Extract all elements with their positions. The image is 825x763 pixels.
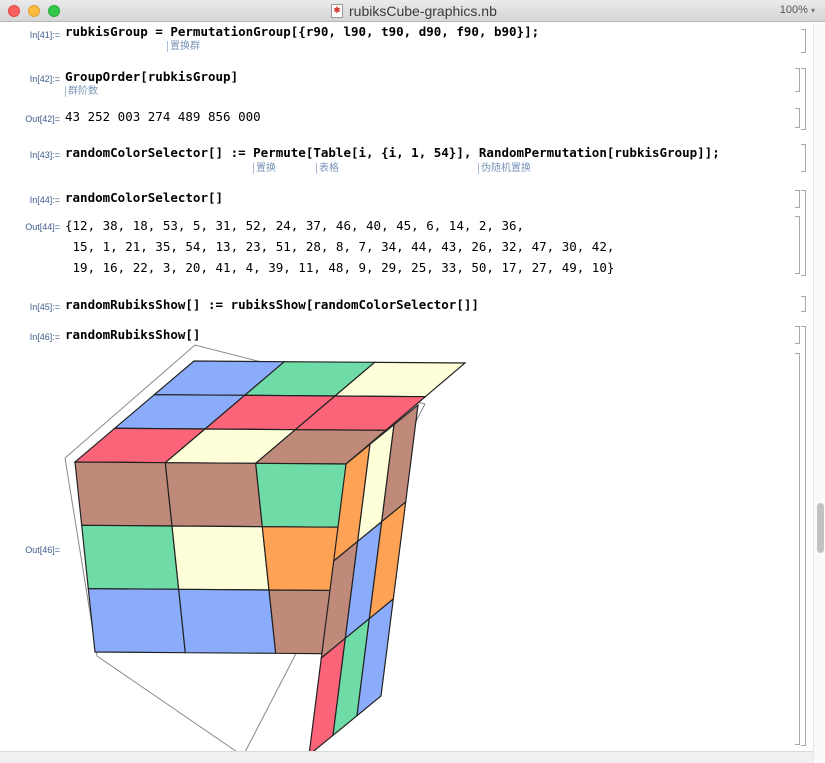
horizontal-scrollbar[interactable] <box>0 751 813 763</box>
front-facelet <box>178 588 277 654</box>
front-facelet <box>171 525 270 591</box>
front-facelet <box>255 462 354 528</box>
vertical-scrollbar[interactable] <box>813 23 825 763</box>
front-facelet <box>164 462 263 528</box>
rubiks-cube-graphic[interactable] <box>0 0 825 763</box>
front-facelet <box>74 461 173 527</box>
scrollbar-thumb[interactable] <box>817 503 824 553</box>
front-facelet <box>81 524 180 590</box>
front-facelet <box>87 588 186 654</box>
cube-facelets <box>73 360 467 757</box>
